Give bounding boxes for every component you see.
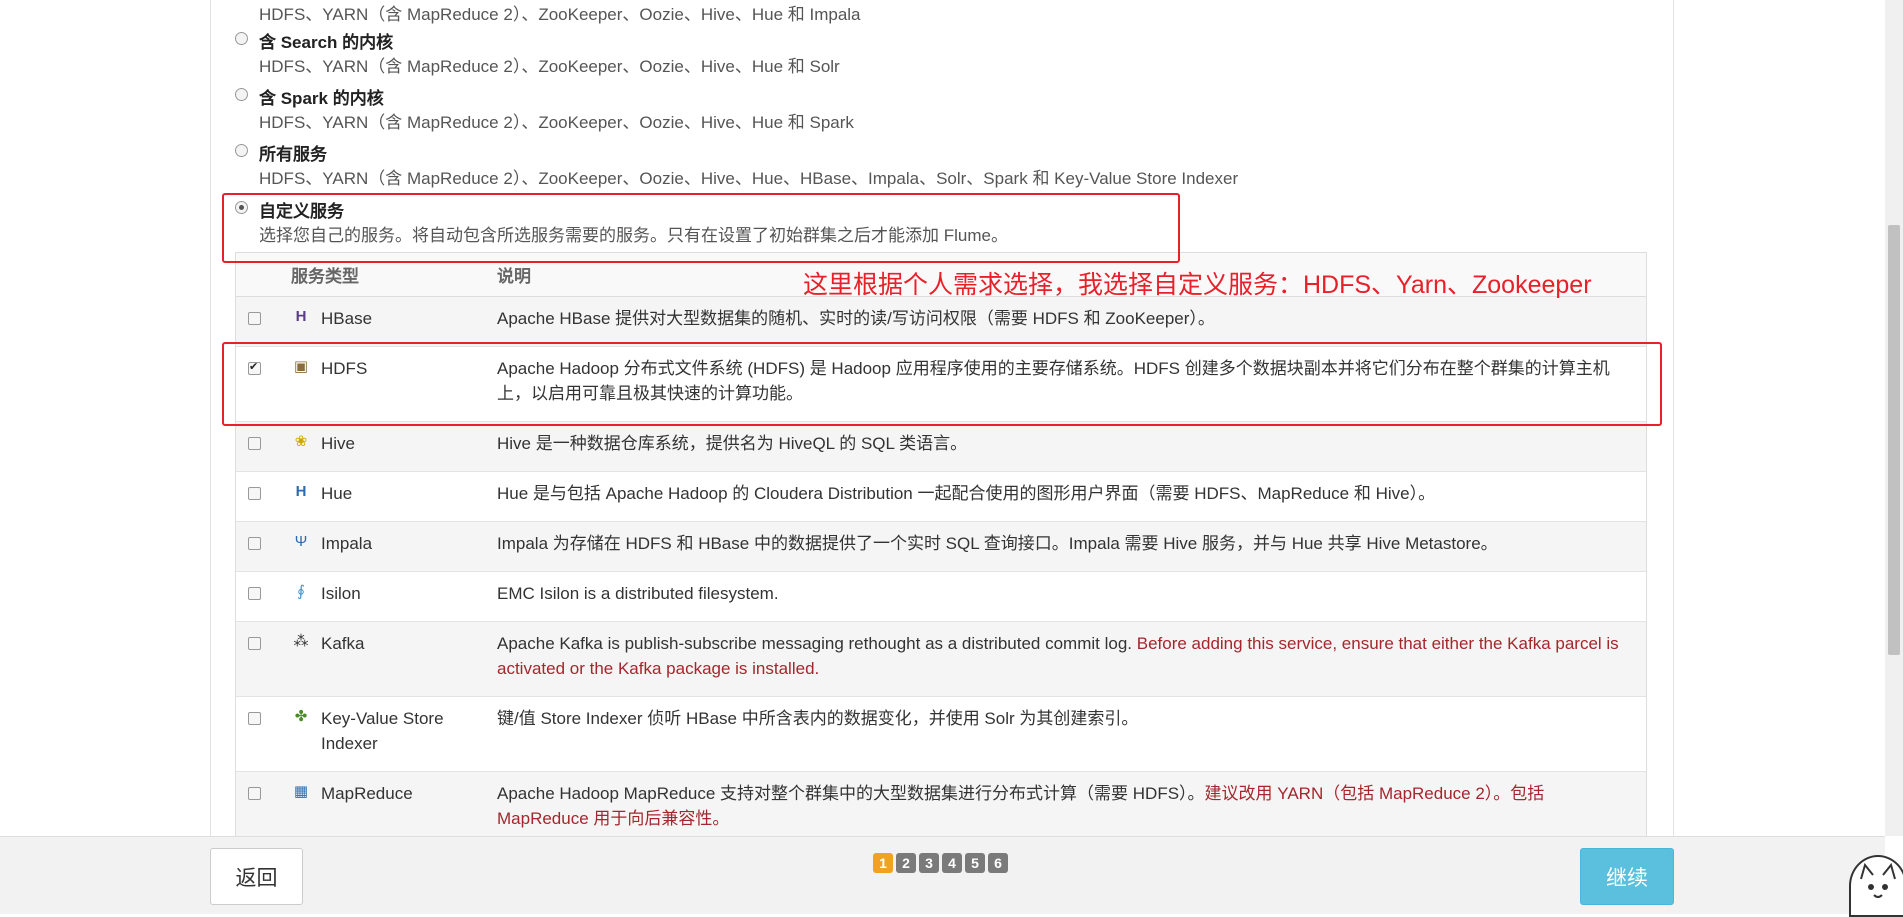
table-row: H Hue Hue 是与包括 Apache Hadoop 的 Cloudera …: [236, 472, 1646, 522]
service-name: Hive: [321, 434, 356, 453]
table-row: H HBase Apache HBase 提供对大型数据集的随机、实时的读/写访…: [236, 297, 1646, 347]
scrollbar[interactable]: [1885, 0, 1903, 836]
hive-icon: ❀: [294, 433, 308, 450]
page-step-2[interactable]: 2: [896, 853, 916, 873]
service-desc: 键/值 Store Indexer 侦听 HBase 中所含表内的数据变化，并使…: [497, 709, 1139, 728]
mapreduce-desc-text: Apache Hadoop MapReduce 支持对整个群集中的大型数据集进行…: [497, 784, 1205, 803]
table-row: ✤ Key-Value Store Indexer 键/值 Store Inde…: [236, 697, 1646, 772]
hbase-icon: H: [295, 308, 307, 325]
back-button[interactable]: 返回: [210, 848, 303, 905]
service-name: HBase: [321, 309, 373, 328]
service-name: Impala: [321, 534, 373, 553]
highlight-hdfs-row: [222, 342, 1662, 426]
radio-all-services[interactable]: [235, 144, 248, 157]
page-step-3[interactable]: 3: [919, 853, 939, 873]
checkbox-hbase[interactable]: [248, 312, 261, 325]
page-background: [0, 0, 210, 913]
service-name: Kafka: [321, 634, 365, 653]
kafka-desc-text: Apache Kafka is publish-subscribe messag…: [497, 634, 1137, 653]
option-desc: HDFS、YARN（含 MapReduce 2）、ZooKeeper、Oozie…: [259, 57, 840, 76]
service-desc: Apache HBase 提供对大型数据集的随机、实时的读/写访问权限（需要 H…: [497, 309, 1215, 328]
service-desc: Hive 是一种数据仓库系统，提供名为 HiveQL 的 SQL 类语言。: [497, 434, 968, 453]
service-desc: Hue 是与包括 Apache Hadoop 的 Cloudera Distri…: [497, 484, 1436, 503]
checkbox-impala[interactable]: [248, 537, 261, 550]
isilon-icon: ∮: [297, 583, 305, 600]
service-name: MapReduce: [321, 784, 413, 803]
step-pager: 1 2 3 4 5 6: [873, 853, 1008, 873]
page-step-5[interactable]: 5: [965, 853, 985, 873]
service-desc: Impala 为存储在 HDFS 和 HBase 中的数据提供了一个实时 SQL…: [497, 534, 1498, 553]
option-desc: HDFS、YARN（含 MapReduce 2）、ZooKeeper、Oozie…: [259, 5, 861, 24]
table-row: Ψ Impala Impala 为存储在 HDFS 和 HBase 中的数据提供…: [236, 522, 1646, 572]
option-desc: HDFS、YARN（含 MapReduce 2）、ZooKeeper、Oozie…: [259, 169, 1239, 188]
radio-core-spark[interactable]: [235, 88, 248, 101]
hue-icon: H: [295, 483, 307, 500]
kafka-icon: ⁂: [293, 633, 309, 650]
checkbox-hue[interactable]: [248, 487, 261, 500]
annotation-text: 这里根据个人需求选择，我选择自定义服务：HDFS、Yarn、Zookeeper: [803, 271, 1592, 299]
impala-icon: Ψ: [294, 533, 308, 550]
table-row: ❀ Hive Hive 是一种数据仓库系统，提供名为 HiveQL 的 SQL …: [236, 422, 1646, 472]
service-name: Isilon: [321, 584, 361, 603]
checkbox-hive[interactable]: [248, 437, 261, 450]
service-desc: Apache Hadoop MapReduce 支持对整个群集中的大型数据集进行…: [497, 781, 1637, 831]
option-title: 所有服务: [259, 145, 327, 164]
service-desc: Apache Kafka is publish-subscribe messag…: [497, 631, 1637, 681]
table-row: ⁂ Kafka Apache Kafka is publish-subscrib…: [236, 622, 1646, 697]
service-name: Key-Value Store Indexer: [321, 709, 444, 753]
checkbox-key-value-indexer[interactable]: [248, 712, 261, 725]
table-row: ∮ Isilon EMC Isilon is a distributed fil…: [236, 572, 1646, 622]
option-title: 含 Spark 的内核: [259, 89, 384, 108]
page-step-1[interactable]: 1: [873, 853, 893, 873]
header-service-type: 服务类型: [291, 267, 359, 286]
mapreduce-icon: ▦: [293, 783, 309, 800]
table-row: ▦ MapReduce Apache Hadoop MapReduce 支持对整…: [236, 772, 1646, 837]
option-title: 含 Search 的内核: [259, 33, 394, 52]
page-step-6[interactable]: 6: [988, 853, 1008, 873]
header-description: 说明: [497, 267, 531, 286]
scrollbar-thumb[interactable]: [1888, 225, 1900, 655]
radio-core-search[interactable]: [235, 32, 248, 45]
service-desc: EMC Isilon is a distributed filesystem.: [497, 584, 779, 603]
checkbox-kafka[interactable]: [248, 637, 261, 650]
option-desc: HDFS、YARN（含 MapReduce 2）、ZooKeeper、Oozie…: [259, 113, 854, 132]
services-table: 服务类型 说明 H HBase Apache HBase 提供对大型数据集的随机…: [235, 252, 1647, 837]
wizard-footer: 返回 1 2 3 4 5 6 继续: [0, 836, 1885, 914]
highlight-custom-services: [222, 193, 1180, 263]
checkbox-isilon[interactable]: [248, 587, 261, 600]
checkbox-mapreduce[interactable]: [248, 787, 261, 800]
page-step-4[interactable]: 4: [942, 853, 962, 873]
avatar[interactable]: [1849, 855, 1903, 917]
cat-face-icon: [1860, 862, 1896, 898]
continue-button[interactable]: 继续: [1580, 848, 1674, 905]
service-name: Hue: [321, 484, 353, 503]
key-value-indexer-icon: ✤: [294, 708, 308, 725]
